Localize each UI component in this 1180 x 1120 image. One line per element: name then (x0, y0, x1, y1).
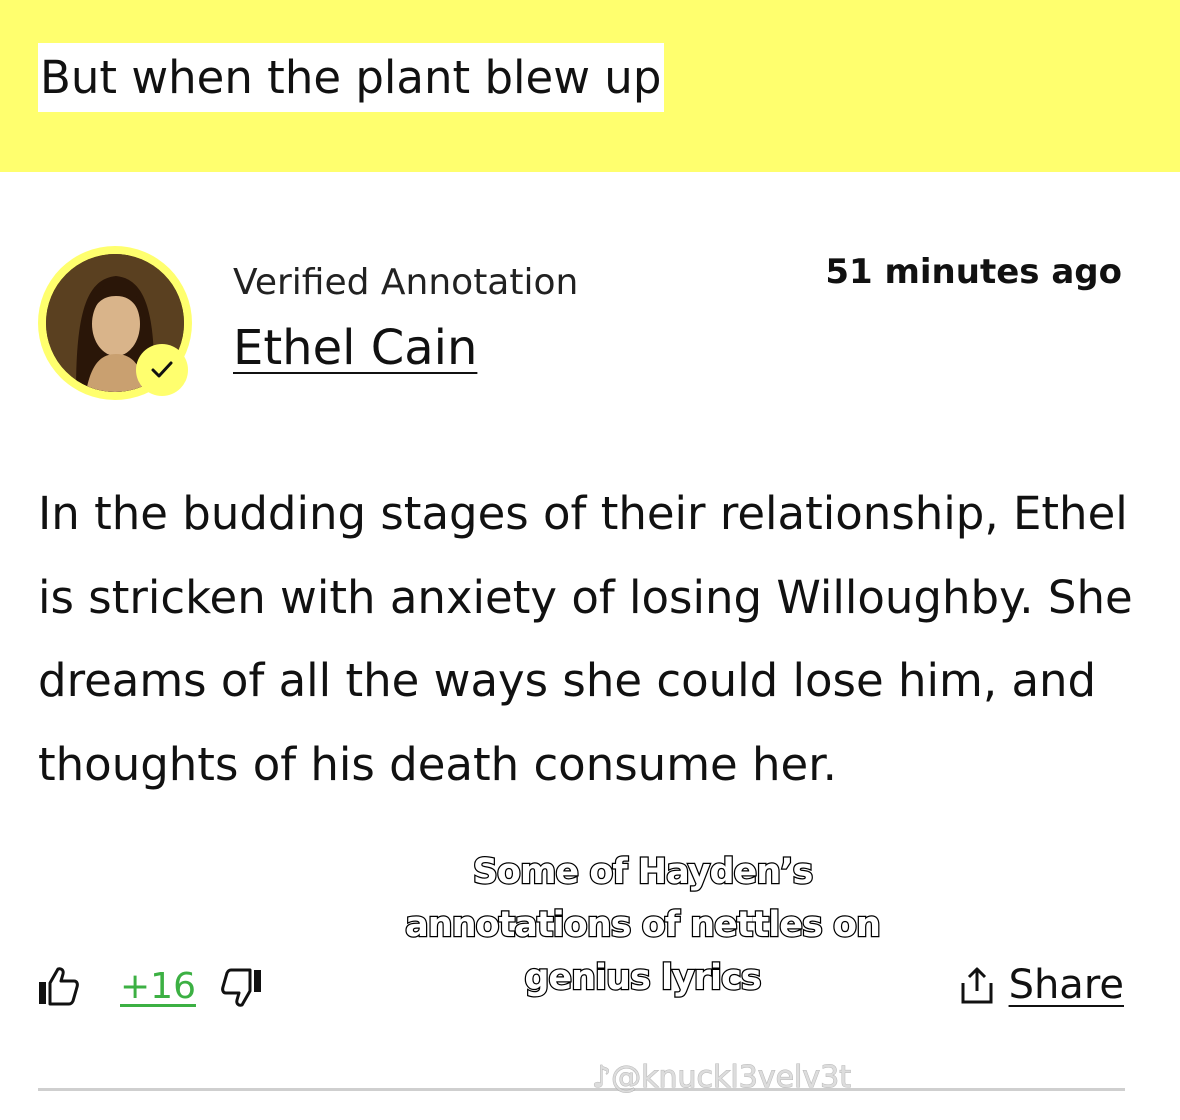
annotation-body: In the budding stages of their relations… (38, 487, 1133, 791)
avatar[interactable] (38, 246, 192, 400)
verified-badge (136, 344, 188, 396)
share-label: Share (1008, 962, 1124, 1008)
timestamp: 51 minutes ago (825, 252, 1122, 292)
watermark-handle: @knuckl3velv3t (611, 1060, 852, 1096)
verified-annotation-label: Verified Annotation (233, 262, 579, 303)
highlighted-lyric[interactable]: But when the plant blew up (38, 43, 665, 112)
share-button[interactable]: Share (959, 962, 1124, 1008)
thumbs-down-icon[interactable] (220, 966, 264, 1010)
watermark: ♪@knuckl3velv3t (591, 1060, 852, 1096)
lyric-banner: But when the plant blew up (0, 0, 1180, 172)
share-icon (961, 967, 993, 1004)
divider (38, 1088, 1125, 1091)
vote-count[interactable]: +16 (120, 966, 196, 1007)
thumbs-up-icon[interactable] (36, 964, 80, 1008)
tiktok-icon: ♪ (591, 1060, 612, 1096)
author-link[interactable]: Ethel Cain (233, 320, 477, 376)
checkmark-icon (151, 361, 173, 378)
video-caption-overlay: Some of Hayden’s annotations of nettles … (404, 851, 882, 1000)
